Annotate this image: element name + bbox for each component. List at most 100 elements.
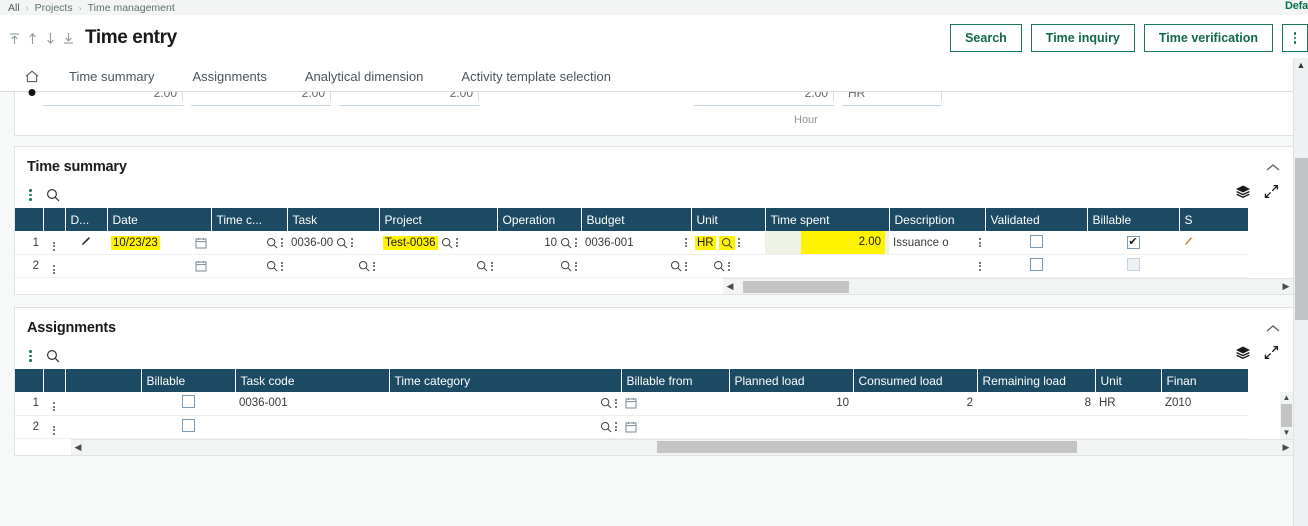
billable-checkbox[interactable]: ✔: [1126, 236, 1140, 249]
page-scroll-thumb[interactable]: [1294, 158, 1308, 320]
page-vscrollbar[interactable]: ▲: [1293, 58, 1308, 526]
billable-from-cell[interactable]: [621, 392, 729, 416]
description-cell[interactable]: [889, 254, 985, 278]
unit-cell[interactable]: [691, 254, 765, 278]
first-record-arrow-icon[interactable]: [8, 29, 21, 47]
lookup-icon[interactable]: [560, 260, 572, 272]
th-d[interactable]: D...: [65, 208, 108, 231]
unit-value[interactable]: HR: [695, 235, 716, 250]
cell-menu-icon[interactable]: [685, 238, 687, 247]
hscroll-thumb[interactable]: [743, 280, 849, 293]
calendar-icon[interactable]: [625, 397, 637, 409]
operation-cell[interactable]: [497, 254, 581, 278]
planned-load-cell[interactable]: [729, 415, 853, 439]
description-cell[interactable]: Issuance o: [889, 231, 985, 255]
billable-cell[interactable]: [141, 415, 235, 439]
layers-icon[interactable]: [1235, 345, 1251, 360]
project-cell[interactable]: Test-0036: [379, 231, 497, 255]
operation-cell[interactable]: 10: [497, 231, 581, 255]
hscroll-track[interactable]: [85, 441, 1279, 453]
hscroll-left-arrow[interactable]: ◀: [71, 442, 85, 453]
expand-icon[interactable]: [1264, 184, 1279, 199]
th-status[interactable]: S: [1179, 208, 1249, 231]
edit-cell[interactable]: [65, 254, 107, 278]
row-menu-cell[interactable]: [43, 415, 65, 439]
time-spent-value[interactable]: 2.00: [801, 231, 885, 254]
edit-pencil-icon[interactable]: [80, 235, 92, 247]
tab-time-summary[interactable]: Time summary: [50, 61, 173, 92]
lookup-icon[interactable]: [358, 260, 370, 272]
time-category-cell[interactable]: [211, 254, 287, 278]
time-inquiry-button[interactable]: Time inquiry: [1030, 24, 1135, 52]
table-row[interactable]: 1 10/23/23 0036-00 Test-0036 10 0036-001…: [15, 231, 1248, 255]
unit-cell[interactable]: HR: [1095, 392, 1161, 416]
table-row[interactable]: 2: [15, 254, 1248, 278]
row-menu-icon[interactable]: [53, 241, 55, 251]
tab-assignments[interactable]: Assignments: [173, 61, 285, 92]
next-record-arrow-icon[interactable]: [44, 29, 57, 47]
last-record-arrow-icon[interactable]: [62, 29, 75, 47]
validated-checkbox[interactable]: [1029, 234, 1043, 248]
billable-cell[interactable]: [141, 392, 235, 416]
lookup-icon[interactable]: [718, 235, 735, 250]
more-options-button[interactable]: [1282, 24, 1308, 52]
budget-cell[interactable]: [581, 254, 691, 278]
lookup-icon[interactable]: [600, 421, 612, 433]
page-scroll-up-arrow[interactable]: ▲: [1297, 58, 1306, 73]
lookup-icon[interactable]: [560, 237, 572, 249]
billable-cell[interactable]: [1087, 254, 1179, 278]
budget-cell[interactable]: 0036-001: [581, 231, 691, 255]
hscroll-left-arrow[interactable]: ◀: [723, 281, 737, 292]
time-category-cell[interactable]: [389, 415, 621, 439]
remaining-load-cell[interactable]: 8: [977, 392, 1095, 416]
assignments-vscrollbar[interactable]: ▲ ▼: [1280, 392, 1293, 439]
calendar-icon[interactable]: [195, 237, 207, 249]
th-date[interactable]: Date: [107, 208, 212, 231]
financial-cell[interactable]: [1161, 415, 1248, 439]
billable-checkbox[interactable]: [1126, 258, 1140, 271]
tab-activity-template-selection[interactable]: Activity template selection: [442, 61, 630, 92]
date-value[interactable]: 10/23/23: [111, 235, 160, 250]
th-time-category[interactable]: Time category: [389, 369, 622, 392]
th-billable[interactable]: Billable: [141, 369, 236, 392]
vscroll-thumb[interactable]: [1281, 404, 1292, 427]
th-description[interactable]: Description: [889, 208, 986, 231]
lookup-icon[interactable]: [600, 397, 612, 409]
partial-hours-field-3[interactable]: 2.00: [339, 92, 479, 106]
row-menu-cell[interactable]: [43, 231, 65, 255]
billable-checkbox[interactable]: [181, 395, 195, 409]
unit-cell[interactable]: [1095, 415, 1161, 439]
billable-from-cell[interactable]: [621, 415, 729, 439]
planned-load-cell[interactable]: 10: [729, 392, 853, 416]
billable-cell[interactable]: ✔: [1087, 231, 1179, 255]
date-cell[interactable]: 10/23/23: [107, 231, 211, 255]
row-menu-cell[interactable]: [43, 254, 65, 278]
unit-cell[interactable]: HR: [691, 231, 765, 255]
table-row[interactable]: 1 0036-001 10 2 8 HR Z010: [15, 392, 1248, 416]
lookup-icon[interactable]: [670, 260, 682, 272]
time-spent-cell[interactable]: 2.00: [765, 231, 889, 255]
date-cell[interactable]: [107, 254, 211, 278]
financial-cell[interactable]: Z010: [1161, 392, 1248, 416]
cell-menu-icon[interactable]: [373, 261, 375, 271]
th-project[interactable]: Project: [379, 208, 498, 231]
cell-menu-icon[interactable]: [685, 261, 687, 271]
hscroll-track[interactable]: [737, 280, 1279, 293]
consumed-load-cell[interactable]: [853, 415, 977, 439]
consumed-load-cell[interactable]: 2: [853, 392, 977, 416]
time-summary-collapse-icon[interactable]: [1263, 159, 1283, 175]
tab-analytical-dimension[interactable]: Analytical dimension: [286, 61, 443, 92]
row-menu-icon[interactable]: [53, 402, 55, 412]
cell-menu-icon[interactable]: [979, 238, 981, 247]
row-menu-cell[interactable]: [43, 392, 65, 416]
th-operation[interactable]: Operation: [497, 208, 582, 231]
th-task[interactable]: Task: [287, 208, 380, 231]
partial-hours-field-1[interactable]: 2.00: [43, 92, 183, 106]
time-category-cell[interactable]: [211, 231, 287, 255]
grid-search-icon[interactable]: [46, 349, 60, 363]
th-validated[interactable]: Validated: [985, 208, 1088, 231]
row-menu-icon[interactable]: [53, 265, 55, 274]
grid-options-kebab-icon[interactable]: [29, 350, 32, 362]
task-cell[interactable]: [287, 254, 379, 278]
partial-hours-field-4[interactable]: 2.00: [694, 92, 834, 106]
